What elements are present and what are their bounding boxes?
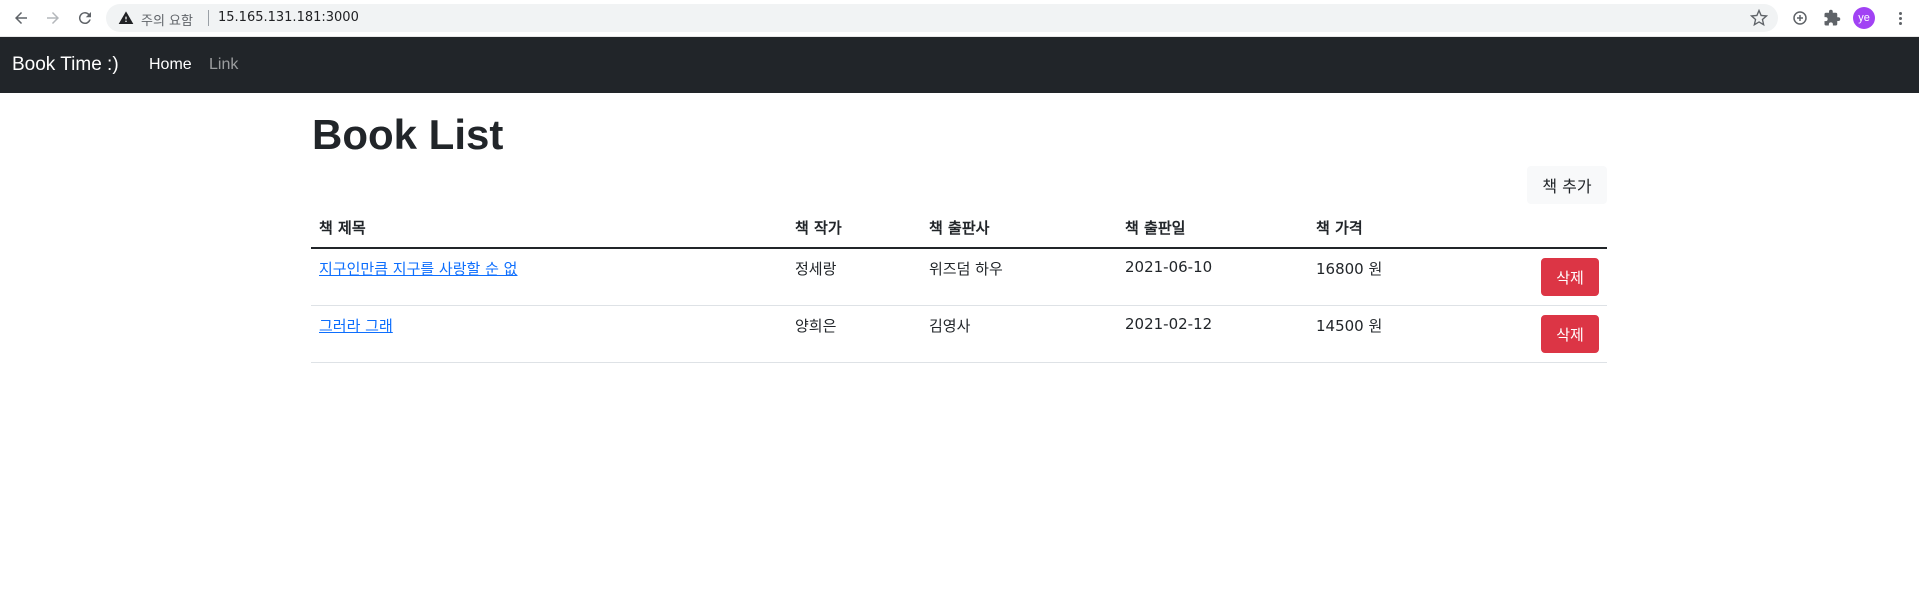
nav-home-link[interactable]: Home [149, 56, 192, 74]
table-row: 지구인만큼 지구를 사랑할 순 없 정세랑 위즈덤 하우 2021-06-10 … [311, 248, 1607, 306]
star-icon[interactable] [1750, 9, 1768, 27]
profile-avatar[interactable]: ye [1853, 7, 1875, 29]
cell-title: 지구인만큼 지구를 사랑할 순 없 [311, 248, 787, 306]
cell-action: 삭제 [1488, 248, 1607, 306]
add-book-button[interactable]: 책 추가 [1527, 166, 1607, 204]
book-table: 책 제목 책 작가 책 출판사 책 출판일 책 가격 지구인만큼 지구를 사랑할… [311, 208, 1607, 363]
security-warning-label[interactable]: 주의 요함 [141, 10, 193, 29]
cell-title: 그러라 그래 [311, 305, 787, 363]
header-title: 책 제목 [311, 208, 787, 249]
browser-toolbar: 주의 요함 15.165.131.181:3000 ye [0, 0, 1919, 37]
cell-date: 2021-06-10 [1117, 248, 1308, 306]
table-header-row: 책 제목 책 작가 책 출판사 책 출판일 책 가격 [311, 208, 1607, 249]
page-title: Book List [312, 111, 504, 158]
cell-price: 16800 원 [1308, 248, 1488, 306]
back-arrow-icon[interactable] [8, 5, 34, 31]
url-text[interactable]: 15.165.131.181:3000 [218, 10, 359, 25]
app-navbar: Book Time :) Home Link [0, 37, 1919, 93]
omnibox-divider [208, 10, 209, 26]
puzzle-icon[interactable] [1821, 7, 1843, 29]
navbar-brand[interactable]: Book Time :) [12, 54, 119, 76]
extension-sync-icon[interactable] [1789, 7, 1811, 29]
forward-arrow-icon[interactable] [40, 5, 66, 31]
book-title-link[interactable]: 그러라 그래 [319, 317, 393, 335]
reload-icon[interactable] [72, 5, 98, 31]
delete-button[interactable]: 삭제 [1541, 315, 1599, 353]
header-author: 책 작가 [787, 208, 921, 249]
cell-date: 2021-02-12 [1117, 305, 1308, 363]
header-price: 책 가격 [1308, 208, 1488, 249]
cell-author: 정세랑 [787, 248, 921, 306]
book-title-link[interactable]: 지구인만큼 지구를 사랑할 순 없 [319, 260, 517, 278]
delete-button[interactable]: 삭제 [1541, 258, 1599, 296]
table-row: 그러라 그래 양희은 김영사 2021-02-12 14500 원 삭제 [311, 305, 1607, 363]
header-action [1488, 208, 1607, 249]
nav-link-link[interactable]: Link [209, 56, 238, 74]
cell-action: 삭제 [1488, 305, 1607, 363]
cell-author: 양희은 [787, 305, 921, 363]
header-publisher: 책 출판사 [921, 208, 1117, 249]
cell-price: 14500 원 [1308, 305, 1488, 363]
warning-icon[interactable] [118, 10, 134, 26]
cell-publisher: 김영사 [921, 305, 1117, 363]
cell-publisher: 위즈덤 하우 [921, 248, 1117, 306]
menu-dots-icon[interactable] [1890, 8, 1910, 28]
address-bar[interactable]: 주의 요함 15.165.131.181:3000 [106, 4, 1778, 32]
header-date: 책 출판일 [1117, 208, 1308, 249]
